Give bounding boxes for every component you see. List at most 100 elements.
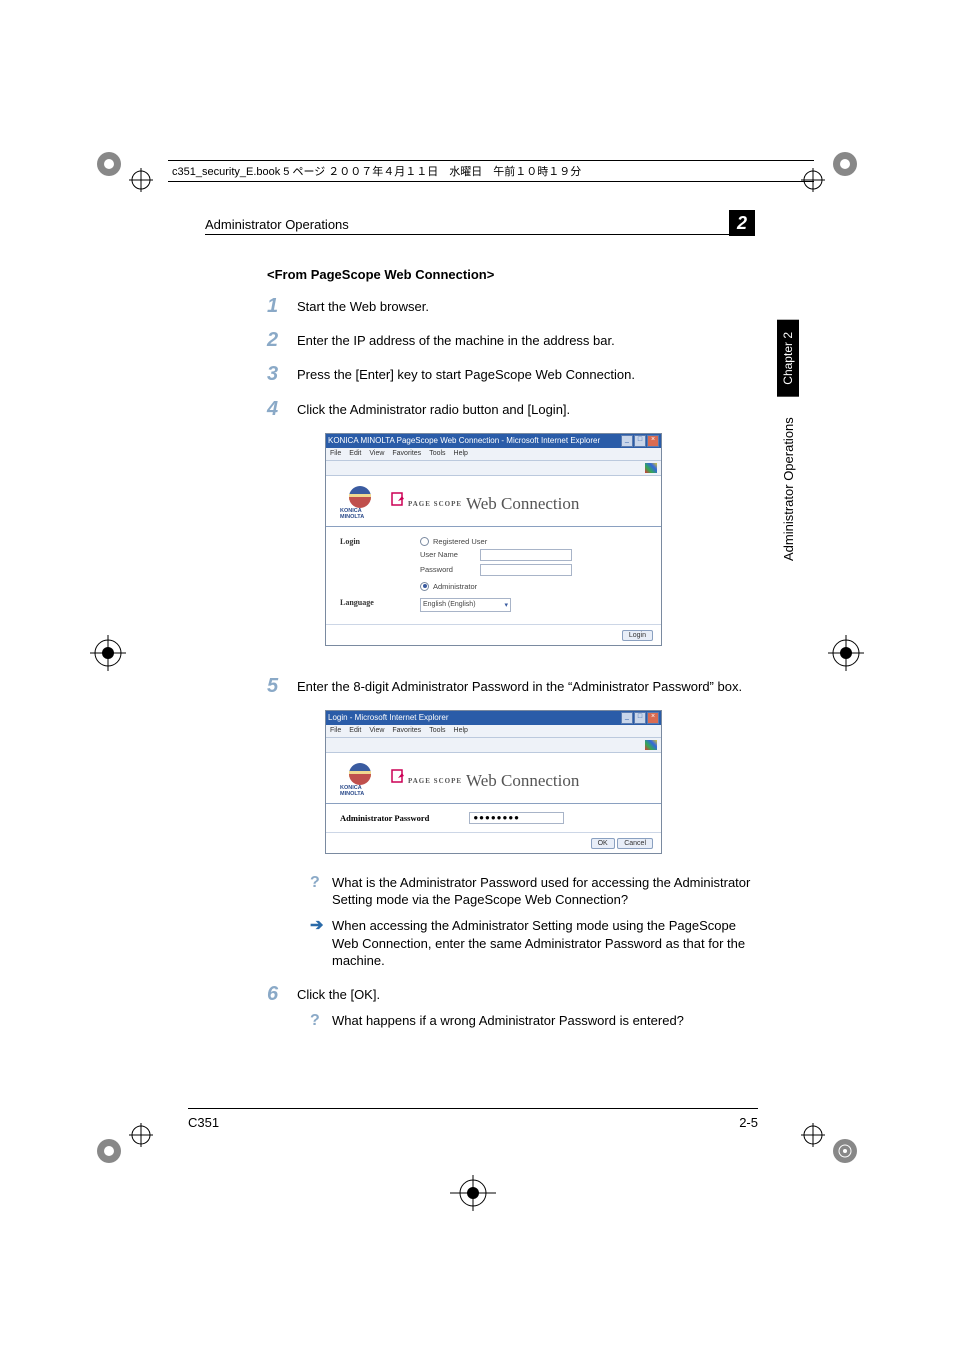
question-icon: ? xyxy=(310,1012,332,1030)
login-form: Login Registered User User Name Password… xyxy=(326,527,661,624)
ie-flag-icon xyxy=(645,740,657,750)
footer-page-number: 2-5 xyxy=(739,1115,758,1130)
step-2: 2 Enter the IP address of the machine in… xyxy=(267,330,755,350)
menu-view[interactable]: View xyxy=(369,450,384,457)
menu-edit[interactable]: Edit xyxy=(349,727,361,734)
pagescope-logo: PAGE SCOPEWeb Connection xyxy=(390,768,579,791)
step-number: 5 xyxy=(267,676,297,696)
step-text: Enter the 8-digit Administrator Password… xyxy=(297,676,742,696)
question-icon: ? xyxy=(310,874,332,892)
window-title: Login - Microsoft Internet Explorer xyxy=(328,713,449,722)
ie-toolbar xyxy=(326,461,661,476)
cancel-button[interactable]: Cancel xyxy=(617,838,653,849)
maximize-button[interactable]: □ xyxy=(634,435,646,447)
step-number: 6 xyxy=(267,984,297,1004)
menu-help[interactable]: Help xyxy=(454,450,468,457)
minimize-button[interactable]: _ xyxy=(621,712,633,724)
note-text: What is the Administrator Password used … xyxy=(332,874,755,909)
ie-titlebar: Login - Microsoft Internet Explorer _ □ … xyxy=(326,711,661,725)
step-5: 5 Enter the 8-digit Administrator Passwo… xyxy=(267,676,755,696)
step-number: 1 xyxy=(267,296,297,316)
menu-tools[interactable]: Tools xyxy=(429,450,445,457)
print-job-text: c351_security_E.book 5 ページ ２００７年４月１１日 水曜… xyxy=(172,166,581,178)
step-3: 3 Press the [Enter] key to start PageSco… xyxy=(267,364,755,384)
pagescope-header: KONICA MINOLTA PAGE SCOPEWeb Connection xyxy=(326,753,661,804)
chevron-down-icon: ▾ xyxy=(504,601,508,609)
pagescope-icon xyxy=(390,491,406,512)
menu-edit[interactable]: Edit xyxy=(349,450,361,457)
registered-user-radio[interactable] xyxy=(420,537,429,546)
screenshot-login: KONICA MINOLTA PageScope Web Connection … xyxy=(325,433,662,646)
maximize-button[interactable]: □ xyxy=(634,712,646,724)
step-text: Click the Administrator radio button and… xyxy=(297,399,570,419)
crop-mark-bottom-left xyxy=(95,1105,155,1170)
note-answer-1: ➔ When accessing the Administrator Setti… xyxy=(310,917,755,970)
menu-view[interactable]: View xyxy=(369,727,384,734)
login-label: Login xyxy=(340,537,420,594)
login-footer: Login xyxy=(326,624,661,645)
password-footer: OK Cancel xyxy=(326,832,661,853)
username-label: User Name xyxy=(420,550,480,559)
step-text: Start the Web browser. xyxy=(297,296,429,316)
administrator-label: Administrator xyxy=(433,582,477,591)
konica-minolta-logo: KONICA MINOLTA xyxy=(340,486,380,520)
username-input[interactable] xyxy=(480,549,572,561)
ie-menubar: File Edit View Favorites Tools Help xyxy=(326,725,661,738)
step-4: 4 Click the Administrator radio button a… xyxy=(267,399,755,419)
window-buttons: _ □ × xyxy=(621,435,659,447)
footer-model: C351 xyxy=(188,1115,219,1130)
close-button[interactable]: × xyxy=(647,712,659,724)
print-job-header: c351_security_E.book 5 ページ ２００７年４月１１日 水曜… xyxy=(168,160,814,182)
minimize-button[interactable]: _ xyxy=(621,435,633,447)
menu-file[interactable]: File xyxy=(330,727,341,734)
close-button[interactable]: × xyxy=(647,435,659,447)
note-question-1: ? What is the Administrator Password use… xyxy=(310,874,755,909)
crop-mark-bottom-center xyxy=(450,1175,496,1216)
note-question-2: ? What happens if a wrong Administrator … xyxy=(310,1012,755,1030)
password-label: Password xyxy=(420,565,480,574)
step-number: 2 xyxy=(267,330,297,350)
menu-file[interactable]: File xyxy=(330,450,341,457)
language-label: Language xyxy=(340,598,420,612)
pagescope-header: KONICA MINOLTA PAGE SCOPEWeb Connection xyxy=(326,476,661,527)
login-button[interactable]: Login xyxy=(622,630,653,641)
crop-mark-top-left xyxy=(95,150,155,215)
side-chapter-label: Chapter 2 xyxy=(777,320,799,397)
step-text: Press the [Enter] key to start PageScope… xyxy=(297,364,635,384)
note-text: What happens if a wrong Administrator Pa… xyxy=(332,1012,684,1030)
pagescope-icon xyxy=(390,768,406,789)
menu-tools[interactable]: Tools xyxy=(429,727,445,734)
side-section-label: Administrator Operations xyxy=(781,417,796,627)
ok-button[interactable]: OK xyxy=(591,838,615,849)
page-footer: C351 2-5 xyxy=(188,1108,758,1130)
admin-password-input[interactable]: ●●●●●●●● xyxy=(469,812,564,824)
password-input[interactable] xyxy=(480,564,572,576)
step-1: 1 Start the Web browser. xyxy=(267,296,755,316)
ie-flag-icon xyxy=(645,463,657,473)
page-header: Administrator Operations 2 xyxy=(205,210,755,235)
crop-mark-bottom-right xyxy=(799,1105,859,1170)
language-select[interactable]: English (English) ▾ xyxy=(420,598,511,612)
ie-toolbar xyxy=(326,738,661,753)
step-number: 3 xyxy=(267,364,297,384)
screenshot-password: Login - Microsoft Internet Explorer _ □ … xyxy=(325,710,662,854)
section-title: <From PageScope Web Connection> xyxy=(267,267,755,282)
admin-password-row: Administrator Password ●●●●●●●● xyxy=(326,804,661,832)
step-6: 6 Click the [OK]. xyxy=(267,984,755,1004)
crop-mark-mid-left xyxy=(90,635,136,676)
side-tab: Chapter 2 Administrator Operations xyxy=(777,320,799,627)
konica-minolta-logo: KONICA MINOLTA xyxy=(340,763,380,797)
ie-menubar: File Edit View Favorites Tools Help xyxy=(326,448,661,461)
menu-help[interactable]: Help xyxy=(454,727,468,734)
arrow-icon: ➔ xyxy=(310,917,332,935)
crop-mark-mid-right xyxy=(818,635,864,676)
window-buttons: _ □ × xyxy=(621,712,659,724)
menu-favorites[interactable]: Favorites xyxy=(392,727,421,734)
administrator-radio[interactable] xyxy=(420,582,429,591)
step-text: Click the [OK]. xyxy=(297,984,380,1004)
admin-password-label: Administrator Password xyxy=(340,813,429,823)
header-title: Administrator Operations xyxy=(205,217,349,232)
step-text: Enter the IP address of the machine in t… xyxy=(297,330,615,350)
chapter-badge: 2 xyxy=(729,210,755,236)
menu-favorites[interactable]: Favorites xyxy=(392,450,421,457)
